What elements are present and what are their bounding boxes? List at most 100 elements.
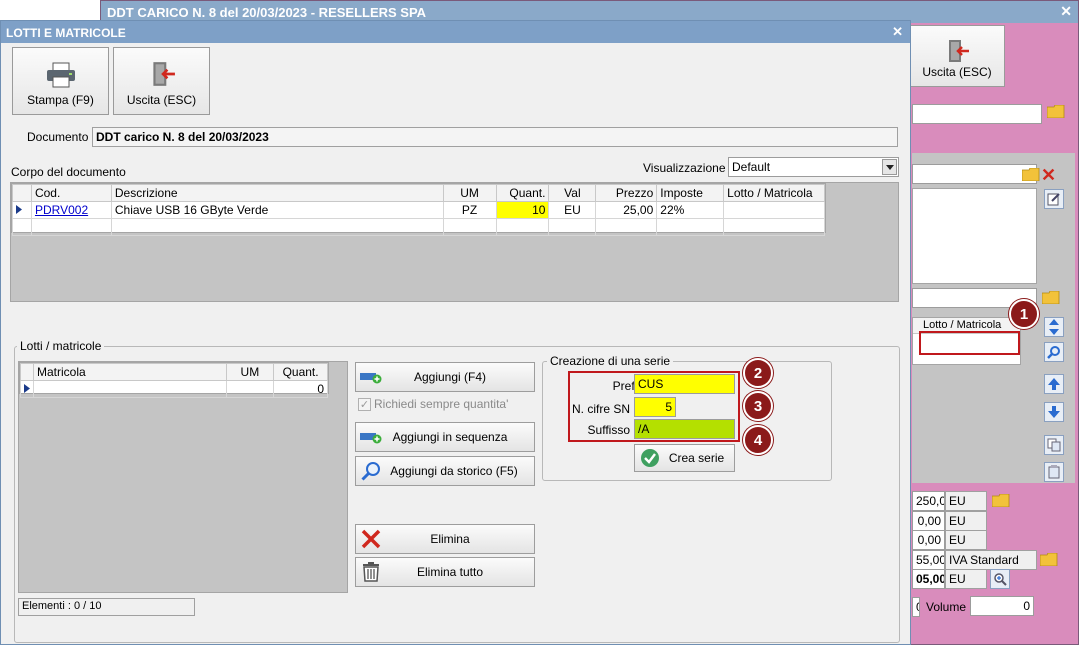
serie-group-label: Creazione di una serie bbox=[547, 354, 674, 368]
check-circle-icon bbox=[635, 448, 665, 468]
search-icon bbox=[356, 461, 386, 481]
table-row[interactable]: PDRV002 Chiave USB 16 GByte Verde PZ 10 … bbox=[12, 201, 825, 219]
background-close-icon[interactable]: ✕ bbox=[1060, 3, 1072, 20]
colli-value[interactable]: 0 bbox=[912, 597, 920, 617]
magnifier-icon[interactable] bbox=[1044, 342, 1064, 362]
col-prezzo[interactable]: Prezzo bbox=[595, 184, 658, 202]
cifre-input[interactable]: 5 bbox=[634, 397, 676, 417]
suffisso-input[interactable]: /A bbox=[634, 419, 735, 439]
aggiungi-label: Aggiungi (F4) bbox=[413, 370, 487, 384]
aggiungi-button[interactable]: Aggiungi (F4) bbox=[355, 362, 535, 392]
lotti-dialog: LOTTI E MATRICOLE ✕ Stampa (F9) Uscita (… bbox=[0, 20, 911, 645]
delete-x-icon[interactable]: ✕ bbox=[1041, 165, 1056, 186]
total-4-unit: IVA Standard bbox=[945, 550, 1037, 570]
col-imposte[interactable]: Imposte bbox=[656, 184, 725, 202]
folder-icon[interactable] bbox=[1021, 167, 1040, 184]
folder-icon[interactable] bbox=[991, 493, 1010, 510]
cell-quant[interactable]: 10 bbox=[495, 201, 550, 219]
corpo-label: Corpo del documento bbox=[11, 165, 126, 179]
folder-icon[interactable] bbox=[1041, 290, 1060, 307]
background-exit-button[interactable]: Uscita (ESC) bbox=[909, 25, 1005, 87]
exit-door-icon bbox=[944, 38, 970, 67]
cifre-label: N. cifre SN bbox=[571, 402, 630, 416]
visualizzazione-select[interactable]: Default bbox=[728, 157, 899, 177]
add-row-icon bbox=[356, 370, 386, 384]
volume-value[interactable]: 0 bbox=[970, 596, 1034, 616]
crea-serie-button[interactable]: Crea serie bbox=[634, 444, 735, 472]
callout-1: 1 bbox=[1009, 299, 1039, 329]
richiedi-quantita-label: Richiedi sempre quantita' bbox=[374, 397, 509, 411]
documento-field: DDT carico N. 8 del 20/03/2023 bbox=[92, 127, 898, 147]
lotti-header-row: Matricola UM Quant. bbox=[20, 363, 328, 381]
total-4-value[interactable]: 55,00 bbox=[912, 550, 945, 570]
cell-lotti-um[interactable] bbox=[225, 380, 275, 398]
col-lotti-um[interactable]: UM bbox=[225, 363, 275, 381]
folder-icon[interactable] bbox=[1039, 552, 1058, 569]
chevron-down-icon[interactable] bbox=[882, 159, 897, 175]
cell-cod[interactable]: PDRV002 bbox=[30, 201, 112, 219]
cell-lotti-quant[interactable]: 0 bbox=[273, 380, 328, 398]
elimina-label: Elimina bbox=[430, 532, 470, 546]
total-1-unit: EU bbox=[945, 491, 987, 511]
col-um[interactable]: UM bbox=[442, 184, 497, 202]
table-row-empty[interactable] bbox=[12, 218, 825, 236]
edit-icon[interactable] bbox=[1044, 189, 1064, 209]
copy-icon[interactable] bbox=[1044, 435, 1064, 455]
total-5-value[interactable]: 05,00 bbox=[912, 569, 945, 589]
corpo-header-row: Cod. Descrizione UM Quant. Val Prezzo Im… bbox=[12, 184, 825, 202]
background-notes-area[interactable] bbox=[912, 188, 1037, 284]
elementi-counter: Elementi : 0 / 10 bbox=[18, 598, 195, 616]
background-field-2[interactable] bbox=[912, 164, 1037, 184]
background-exit-label: Uscita (ESC) bbox=[922, 65, 992, 79]
cell-val[interactable]: EU bbox=[548, 201, 597, 219]
arrow-up-icon[interactable] bbox=[1044, 374, 1064, 394]
background-field-1[interactable] bbox=[912, 104, 1042, 124]
col-quant[interactable]: Quant. bbox=[495, 184, 550, 202]
documento-label: Documento : bbox=[27, 130, 96, 144]
col-val[interactable]: Val bbox=[548, 184, 597, 202]
total-1-value[interactable]: 250,00 bbox=[912, 491, 945, 511]
aggiungi-sequenza-label: Aggiungi in sequenza bbox=[392, 430, 508, 444]
sort-updown-icon[interactable] bbox=[1044, 317, 1064, 337]
cell-prezzo[interactable]: 25,00 bbox=[595, 201, 658, 219]
exit-label: Uscita (ESC) bbox=[126, 93, 197, 107]
prefisso-input[interactable]: CUS bbox=[634, 374, 735, 394]
cell-um[interactable]: PZ bbox=[442, 201, 497, 219]
print-button[interactable]: Stampa (F9) bbox=[12, 47, 109, 115]
suffisso-label: Suffisso bbox=[587, 423, 630, 437]
cell-lotto[interactable] bbox=[723, 201, 825, 219]
col-cod[interactable]: Cod. bbox=[30, 184, 112, 202]
crea-serie-label: Crea serie bbox=[668, 451, 725, 465]
lotto-highlight-box bbox=[919, 331, 1020, 355]
table-row[interactable]: 0 bbox=[20, 380, 328, 398]
total-5-unit: EU bbox=[945, 569, 987, 589]
total-3-unit: EU bbox=[945, 530, 987, 550]
col-descrizione[interactable]: Descrizione bbox=[110, 184, 444, 202]
exit-button[interactable]: Uscita (ESC) bbox=[113, 47, 210, 115]
cell-matricola[interactable] bbox=[33, 380, 227, 398]
lotti-group-label: Lotti / matricole bbox=[17, 339, 105, 353]
aggiungi-sequenza-button[interactable]: Aggiungi in sequenza bbox=[355, 422, 535, 452]
total-3-value[interactable]: 0,00 bbox=[912, 530, 945, 550]
printer-icon bbox=[46, 62, 76, 91]
total-2-value[interactable]: 0,00 bbox=[912, 511, 945, 531]
checkbox-checked-icon: ✓ bbox=[358, 397, 371, 411]
exit-door-icon bbox=[148, 60, 176, 91]
aggiungi-storico-button[interactable]: Aggiungi da storico (F5) bbox=[355, 456, 535, 486]
dialog-close-icon[interactable]: ✕ bbox=[892, 24, 903, 40]
volume-label: Volume : bbox=[926, 600, 973, 614]
arrow-down-icon[interactable] bbox=[1044, 402, 1064, 422]
col-lotto[interactable]: Lotto / Matricola bbox=[723, 184, 825, 202]
zoom-icon[interactable] bbox=[990, 569, 1010, 589]
folder-icon[interactable] bbox=[1046, 104, 1065, 121]
callout-4: 4 bbox=[743, 425, 773, 455]
col-matricola[interactable]: Matricola bbox=[33, 363, 227, 381]
elimina-tutto-button[interactable]: Elimina tutto bbox=[355, 557, 535, 587]
elimina-button[interactable]: Elimina bbox=[355, 524, 535, 554]
cell-imposte[interactable]: 22% bbox=[656, 201, 725, 219]
callout-3: 3 bbox=[743, 391, 773, 421]
paste-icon[interactable] bbox=[1044, 462, 1064, 482]
cell-descrizione[interactable]: Chiave USB 16 GByte Verde bbox=[110, 201, 444, 219]
col-lotti-quant[interactable]: Quant. bbox=[273, 363, 328, 381]
richiedi-quantita-checkbox[interactable]: ✓ Richiedi sempre quantita' bbox=[358, 397, 508, 411]
